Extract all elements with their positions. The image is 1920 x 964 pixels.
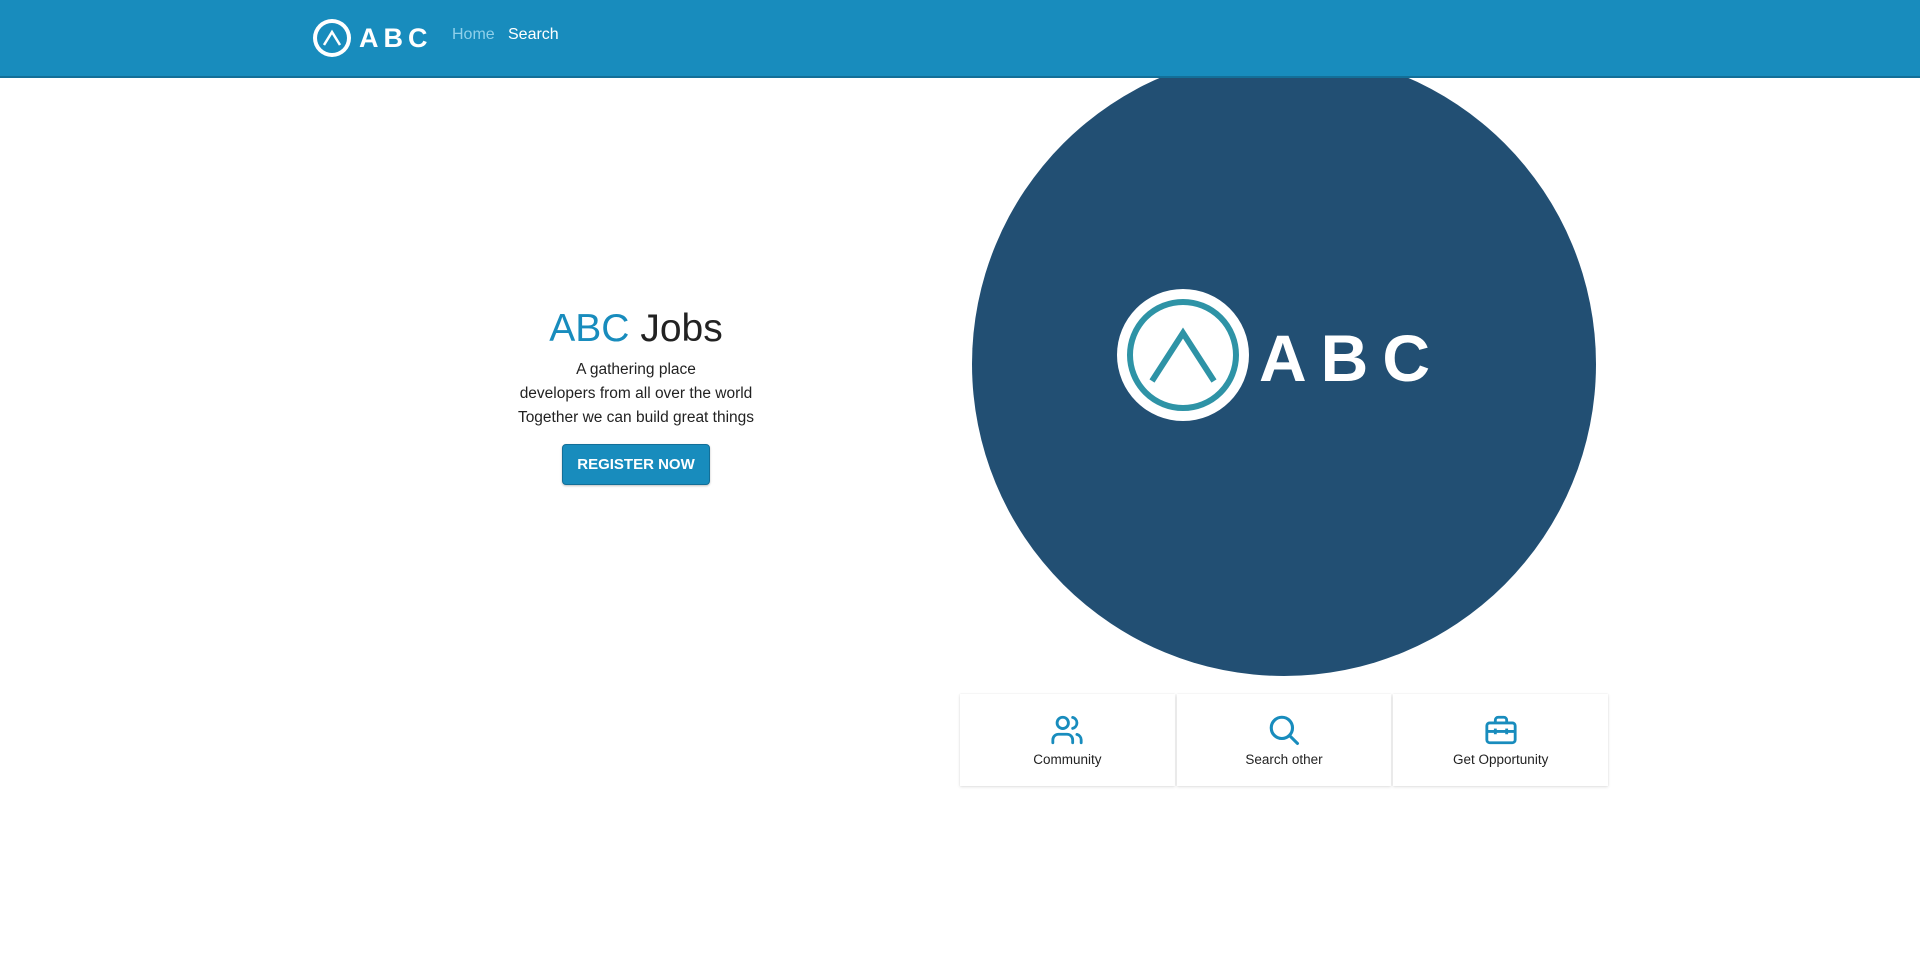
showcase-logo-text: ABC bbox=[1259, 320, 1444, 395]
hero-title-rest: Jobs bbox=[640, 307, 723, 350]
brand-name: ABC bbox=[359, 22, 433, 53]
tagline-line: A gathering place bbox=[576, 361, 696, 378]
briefcase-icon bbox=[1483, 712, 1519, 748]
hero-title: ABC Jobs bbox=[452, 300, 820, 358]
feature-card-search[interactable]: Search other bbox=[1176, 694, 1392, 786]
showcase-circle: ABC bbox=[972, 52, 1596, 676]
feature-label: Get Opportunity bbox=[1453, 752, 1549, 767]
hero-section: ABC Jobs A gathering place developers fr… bbox=[452, 300, 820, 485]
brand-logo[interactable]: ABC bbox=[312, 17, 433, 59]
users-icon bbox=[1049, 712, 1085, 748]
feature-card-community[interactable]: Community bbox=[960, 694, 1175, 786]
nav-search-link[interactable]: Search bbox=[508, 26, 559, 44]
showcase-logo: ABC bbox=[1117, 289, 1444, 426]
logo-icon bbox=[1117, 289, 1249, 426]
nav-home-link[interactable]: Home bbox=[452, 26, 495, 44]
logo-icon bbox=[312, 18, 352, 58]
feature-card-opportunity[interactable]: Get Opportunity bbox=[1393, 694, 1609, 786]
hero-title-accent: ABC bbox=[549, 307, 630, 350]
search-icon bbox=[1266, 712, 1302, 748]
feature-label: Search other bbox=[1245, 752, 1323, 767]
tagline-line: developers from all over the world bbox=[519, 385, 753, 402]
register-now-button[interactable]: REGISTER NOW bbox=[562, 444, 710, 485]
feature-cards: Community Search other Get Opportunity bbox=[960, 694, 1609, 786]
navbar: ABC Home Search bbox=[0, 0, 1920, 78]
feature-label: Community bbox=[1033, 752, 1102, 767]
tagline-line: Together we can build great things bbox=[517, 409, 755, 426]
